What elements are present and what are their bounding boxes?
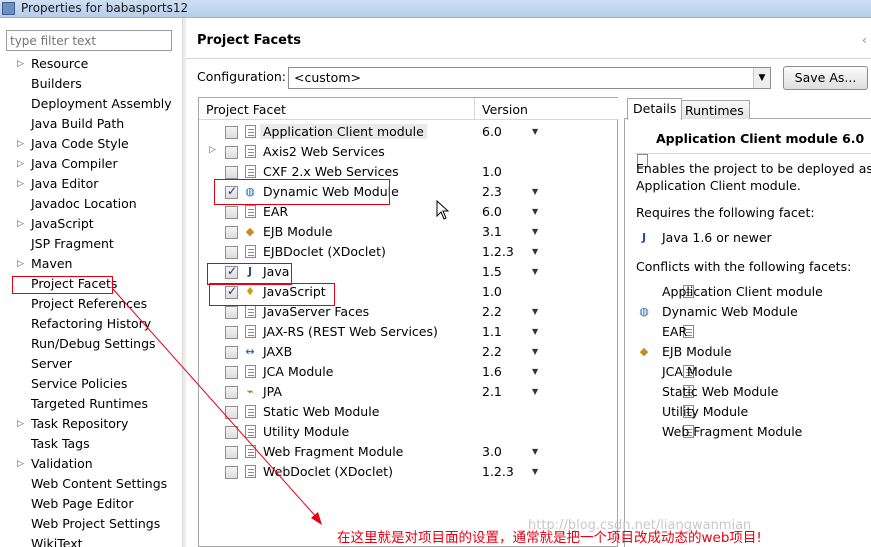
watermark: http://blog.csdn.net/liangwanmian (528, 518, 752, 533)
annotation-arrow (112, 288, 322, 525)
tab-details[interactable]: Details (627, 98, 683, 120)
mouse-cursor-icon (436, 200, 450, 220)
